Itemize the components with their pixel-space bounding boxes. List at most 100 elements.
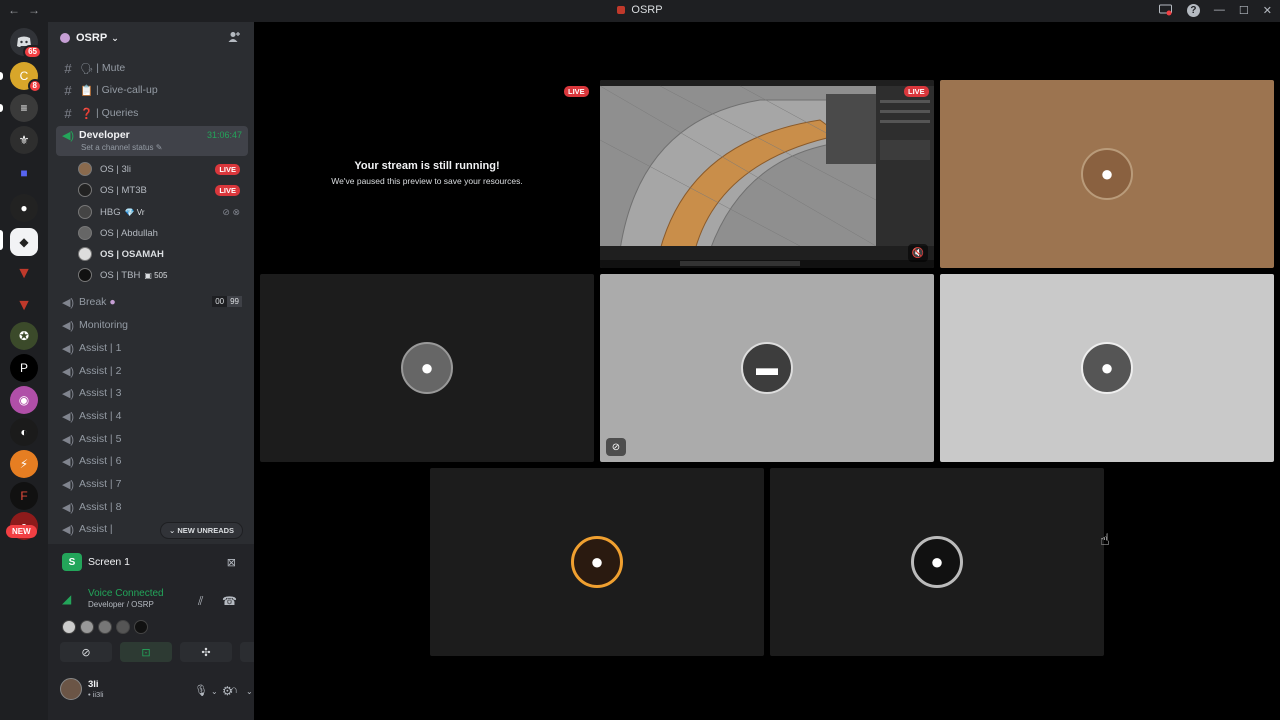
voice-channel-assist[interactable]: ◀) Assist | 2 [56,361,248,381]
voice-channel-name: Assist | 1 [79,342,122,354]
avatar [62,620,76,634]
voice-channel-assist[interactable]: ◀) Assist | 8 [56,497,248,517]
avatar [78,162,92,176]
speaker-icon: ◀) [61,365,75,378]
voice-channel-developer[interactable]: ◀) Developer 31:06:47 Set a channel stat… [56,126,248,156]
screen-share-tile[interactable]: LIVE 🔇 [600,80,934,268]
folder-icon[interactable]: ■ [10,162,38,184]
voice-connection[interactable]: ◢ Voice Connected Developer / OSRP [62,588,164,609]
chevron-down-icon[interactable]: ⌄ [211,687,218,696]
participant-tile[interactable]: ● [940,80,1274,268]
activities-button[interactable]: ✣ [180,642,232,662]
participant-tile[interactable]: ● [260,274,594,462]
voice-channel-assist[interactable]: ◀) Assist | 4 [56,406,248,426]
camera-off-button[interactable]: ⊘ [60,642,112,662]
disconnect-icon[interactable]: ☎ [222,594,237,608]
speaker-muted-icon[interactable]: 🔇 [908,244,928,262]
server-icon-emblem[interactable]: ⚜ [10,126,38,154]
inbox-icon[interactable] [1159,3,1173,17]
user-limit: 99 [227,296,242,307]
server-icon-dark[interactable]: ◐ [10,418,38,446]
paused-text: We've paused this preview to save your r… [331,176,523,186]
server-icon-osrp[interactable]: ◆ [10,228,38,256]
voice-channel-name: Assist | [79,523,113,535]
donut-emoji-icon: ● [109,296,116,308]
channel-sidebar: OSRP ⌄ # 🗣 | Mute # 📋 | Give-call-up # ❓ | … [48,22,292,720]
server-icon-pink[interactable]: ◉ [10,386,38,414]
settings-gear-icon[interactable]: ⚙ [222,684,233,698]
screen-share-icon: S [62,553,82,571]
close-button[interactable]: ✕ [1263,4,1272,17]
participant-tile[interactable]: ● [940,274,1274,462]
home-discord-icon[interactable]: 65 [10,28,42,59]
server-icon-portrait[interactable]: ● [10,194,38,222]
minimize-button[interactable]: — [1214,4,1225,16]
maximize-button[interactable]: ☐ [1239,4,1249,17]
server-icon-red-v[interactable]: ▼ [10,260,38,288]
voice-user[interactable]: OS | OSAMAH [78,244,248,264]
invite-people-icon[interactable] [228,31,240,46]
window-title: OSRP [0,4,1280,16]
user-name: 3li [88,679,99,690]
voice-stage: Your stream is still running! We've paus… [254,22,1280,720]
channel-status[interactable]: Set a channel status ✎ [81,143,162,152]
title-bar: ← → OSRP ? — ☐ ✕ [0,0,1280,22]
server-avatar-icon [60,33,70,43]
voice-user[interactable]: OS | MT3B LIVE [78,180,248,200]
user-tag-text: 505 [154,270,168,280]
server-icon-f[interactable]: F [10,482,38,510]
noise-suppression-icon[interactable]: ⫽ [198,594,203,609]
live-badge: LIVE [564,86,589,97]
voice-user[interactable]: OS | 3li LIVE [78,159,248,179]
server-icon-badge[interactable]: ✪ [10,322,38,350]
server-icon-p[interactable]: P [10,354,38,382]
server-header[interactable]: OSRP ⌄ [48,22,254,54]
user-area[interactable]: 3li • ii3li [60,678,104,700]
avatar [60,678,82,700]
voice-channel-assist[interactable]: ◀) Assist | 6 [56,451,248,471]
user-limit-counter: 00 99 [212,296,242,307]
voice-timer: 31:06:47 [206,130,242,140]
voice-participants [62,620,148,634]
microphone-icon[interactable]: 🎙 [194,684,208,697]
voice-user[interactable]: OS | TBH ▣ 505 [78,265,248,285]
channel-name: | Mute [96,62,126,74]
channel-name: | Give-call-up [96,84,158,96]
channel-give-call-up[interactable]: # 📋 | Give-call-up [56,80,248,100]
voice-channel-break[interactable]: ◀) Break ● 00 99 [56,292,248,312]
channel-mute[interactable]: # 🗣 | Mute [56,58,248,78]
voice-channel-monitoring[interactable]: ◀) Monitoring [56,315,248,335]
server-icon-c[interactable]: C8 [10,62,42,93]
stop-stream-icon[interactable]: ⊠ [227,556,236,569]
paused-stream-tile[interactable]: Your stream is still running! We've paus… [260,78,594,266]
hand-cursor-icon: ☝ [1100,532,1110,549]
participant-tile[interactable]: ● [430,468,764,656]
user-tag: ▣ 505 [144,270,168,280]
voice-channel-assist[interactable]: ◀) Assist | 1 [56,338,248,358]
user-name: OS | MT3B [100,184,147,196]
channel-status-placeholder: Set a channel status [81,143,154,152]
pencil-icon: ✎ [155,143,163,152]
paused-title: Your stream is still running! [354,160,500,172]
voice-channel-assist[interactable]: ◀) Assist | 7 [56,474,248,494]
participant-tile[interactable]: ● [770,468,1104,656]
server-icon-stripes[interactable]: ≡ [10,94,38,122]
share-screen-button[interactable]: ⊡ [120,642,172,662]
user-status: • ii3li [88,690,104,699]
new-unreads-button[interactable]: ⌄ NEW UNREADS [160,522,244,539]
help-icon[interactable]: ? [1186,3,1200,17]
avatar [78,226,92,240]
user-name: HBG [100,206,121,218]
voice-user[interactable]: OS | Abdullah [78,223,248,243]
participant-tile[interactable]: ▬ ⊘ [600,274,934,462]
speaker-icon: ◀) [61,319,75,332]
voice-user[interactable]: HBG 💎 Vr ⊘ ⊗ [78,202,248,222]
chevron-down-icon[interactable]: ⌄ [246,687,253,696]
server-icon-red-v-2[interactable]: ▼ [10,292,38,320]
voice-channel-name: Assist | 4 [79,410,122,422]
voice-channel-assist[interactable]: ◀) Assist | 5 [56,429,248,449]
voice-location: Developer / OSRP [88,600,154,609]
voice-channel-assist[interactable]: ◀) Assist | 3 [56,383,248,403]
channel-queries[interactable]: # ❓ | Queries [56,103,248,123]
server-icon-orange[interactable]: ⚡ [10,450,38,478]
